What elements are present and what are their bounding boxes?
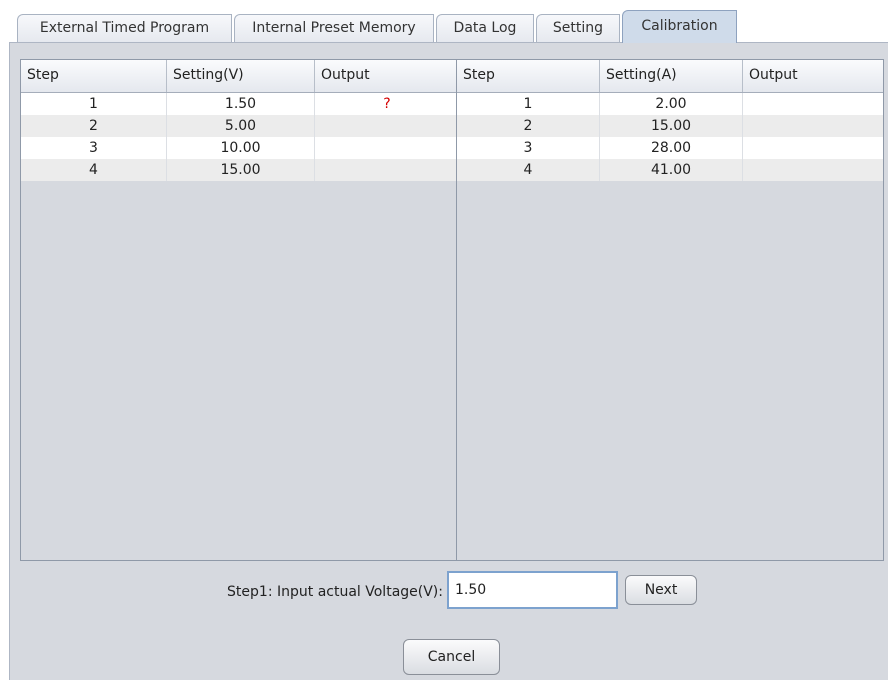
calibration-panel: Step Setting(V) Output 1 1.50 ? 2 5.00 3… <box>9 42 888 680</box>
output-pending-marker: ? <box>383 96 391 112</box>
table-row[interactable]: 1 1.50 ? <box>21 93 457 115</box>
current-calibration-table: Step Setting(A) Output 1 2.00 2 15.00 3 … <box>456 59 884 561</box>
setting-cell: 41.00 <box>600 159 743 181</box>
table-row[interactable]: 3 10.00 <box>21 137 457 159</box>
step-cell: 1 <box>21 93 167 115</box>
setting-cell: 5.00 <box>167 115 315 137</box>
setting-cell: 10.00 <box>167 137 315 159</box>
voltage-input-prompt: Step1: Input actual Voltage(V): <box>227 584 443 600</box>
tab-internal-preset-memory[interactable]: Internal Preset Memory <box>234 14 434 42</box>
step-cell: 2 <box>457 115 600 137</box>
step-cell: 2 <box>21 115 167 137</box>
column-header-step[interactable]: Step <box>457 60 600 92</box>
output-cell <box>315 137 457 159</box>
output-cell <box>315 159 457 181</box>
setting-cell: 2.00 <box>600 93 743 115</box>
step-cell: 3 <box>21 137 167 159</box>
output-cell <box>743 137 883 159</box>
output-cell <box>743 93 883 115</box>
output-cell <box>743 115 883 137</box>
table-row[interactable]: 4 15.00 <box>21 159 457 181</box>
setting-cell: 15.00 <box>600 115 743 137</box>
tab-data-log[interactable]: Data Log <box>436 14 534 42</box>
table-header: Step Setting(A) Output <box>457 60 883 93</box>
table-header: Step Setting(V) Output <box>21 60 457 93</box>
next-button[interactable]: Next <box>625 575 697 605</box>
setting-cell: 15.00 <box>167 159 315 181</box>
table-row[interactable]: 2 5.00 <box>21 115 457 137</box>
table-row[interactable]: 2 15.00 <box>457 115 883 137</box>
step-cell: 4 <box>457 159 600 181</box>
column-header-step[interactable]: Step <box>21 60 167 92</box>
actual-voltage-input[interactable] <box>447 571 618 609</box>
column-header-output[interactable]: Output <box>743 60 883 92</box>
voltage-calibration-table: Step Setting(V) Output 1 1.50 ? 2 5.00 3… <box>20 59 458 561</box>
output-cell <box>315 115 457 137</box>
table-row[interactable]: 4 41.00 <box>457 159 883 181</box>
setting-cell: 1.50 <box>167 93 315 115</box>
step-cell: 1 <box>457 93 600 115</box>
step-cell: 4 <box>21 159 167 181</box>
column-header-output[interactable]: Output <box>315 60 457 92</box>
tab-bar: External Timed Program Internal Preset M… <box>0 0 888 43</box>
cancel-button[interactable]: Cancel <box>403 639 500 675</box>
tab-external-timed-program[interactable]: External Timed Program <box>17 14 232 42</box>
tab-calibration[interactable]: Calibration <box>622 10 737 43</box>
column-header-setting-a[interactable]: Setting(A) <box>600 60 743 92</box>
column-header-setting-v[interactable]: Setting(V) <box>167 60 315 92</box>
output-cell <box>743 159 883 181</box>
table-row[interactable]: 1 2.00 <box>457 93 883 115</box>
setting-cell: 28.00 <box>600 137 743 159</box>
tab-setting[interactable]: Setting <box>536 14 620 42</box>
table-row[interactable]: 3 28.00 <box>457 137 883 159</box>
step-cell: 3 <box>457 137 600 159</box>
